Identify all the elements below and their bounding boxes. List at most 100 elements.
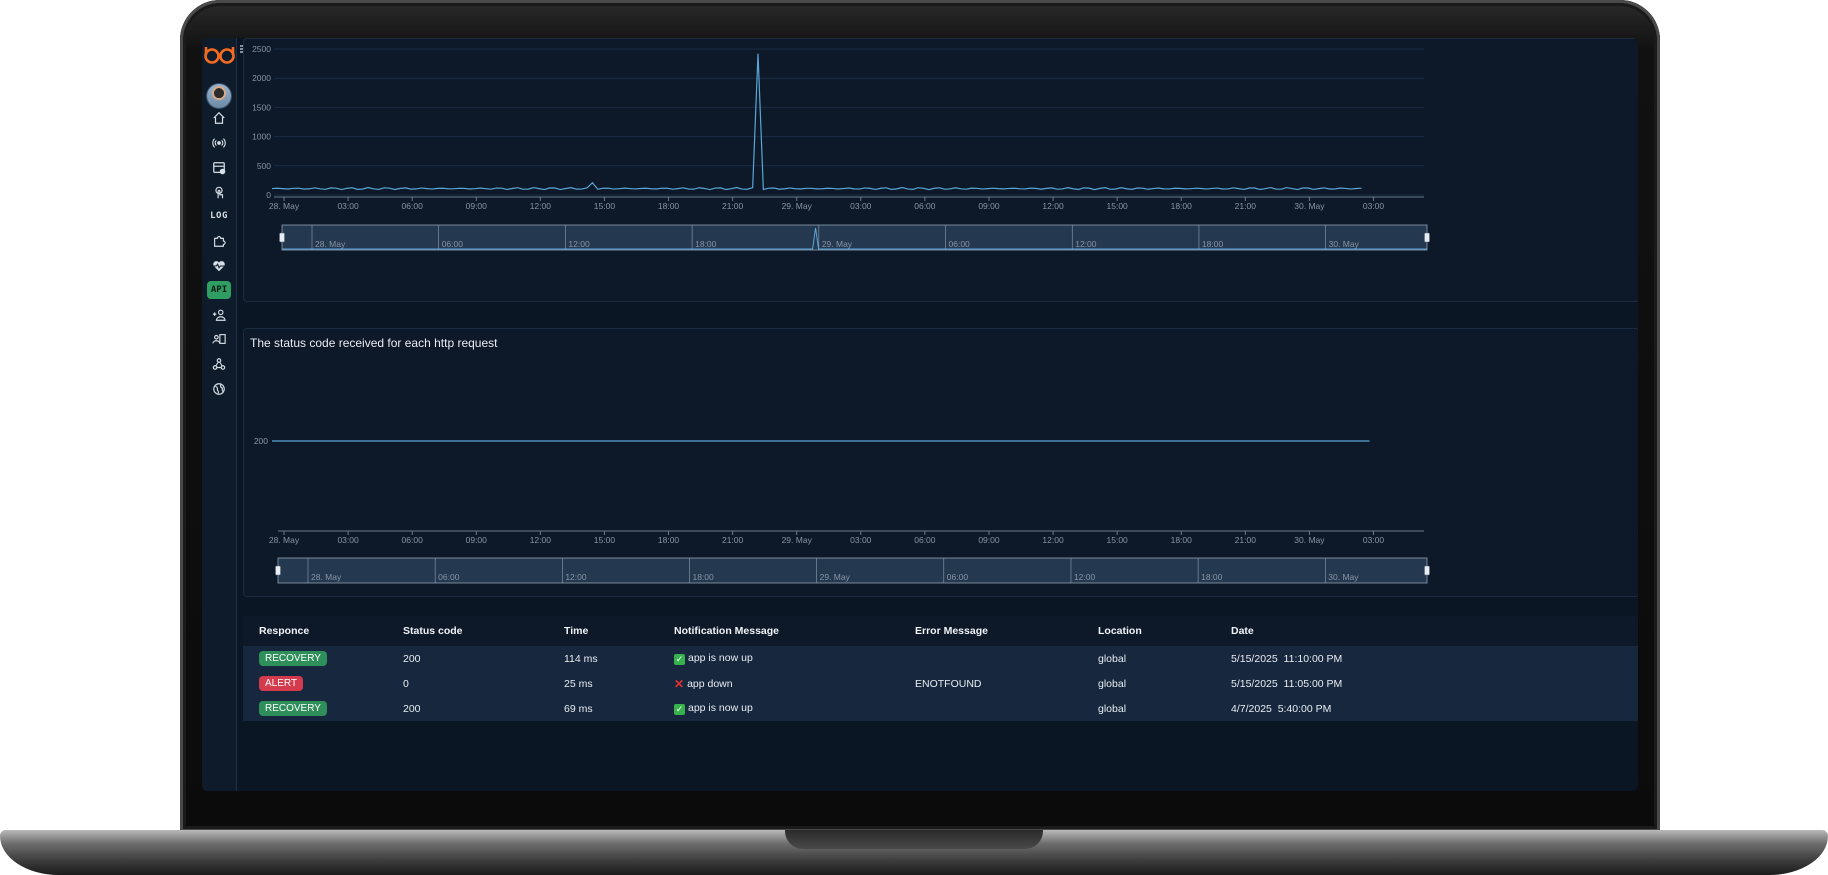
webhook-icon[interactable] bbox=[207, 354, 231, 374]
x-tick-label: 12:00 bbox=[530, 535, 552, 545]
y-tick-label: 2500 bbox=[252, 44, 271, 54]
status-code-panel: The status code received for each http r… bbox=[243, 328, 1638, 597]
app-screen: LOG API 2500 2000 1500 1000 500 0 28. May 03:00… bbox=[202, 38, 1638, 791]
heartbeat-icon[interactable] bbox=[207, 256, 231, 276]
date-cell: 5/15/2025 11:10:00 PM bbox=[1231, 652, 1343, 665]
column-header-date[interactable]: Date bbox=[1215, 616, 1638, 646]
navigator-handle bbox=[279, 232, 285, 243]
x-tick-label: 21:00 bbox=[1235, 535, 1257, 545]
x-tick-label: 18:00 bbox=[658, 535, 680, 545]
x-tick-label: 06:00 bbox=[914, 535, 936, 545]
status-badge: RECOVERY bbox=[259, 701, 327, 716]
x-tick-label: 15:00 bbox=[594, 535, 616, 545]
time-cell: 114 ms bbox=[564, 652, 598, 665]
table-row[interactable]: RECOVERY 200 114 ms app is now up global… bbox=[243, 646, 1638, 671]
date-cell: 4/7/2025 5:40:00 PM bbox=[1231, 702, 1332, 715]
navigator-tick-label: 18:00 bbox=[692, 572, 714, 582]
navigator-tick-label: 12:00 bbox=[565, 572, 587, 582]
date-cell: 5/15/2025 11:05:00 PM bbox=[1231, 677, 1343, 690]
status-code-chart: 28. May 03:00 06:00 09:00 12:00 15:00 18:00 21:… bbox=[254, 436, 1430, 584]
x-tick-label: 03:00 bbox=[850, 535, 872, 545]
y-tick-label: 0 bbox=[266, 190, 271, 200]
navigator-handle bbox=[1424, 232, 1430, 243]
x-tick-label: 15:00 bbox=[1107, 535, 1129, 545]
response-time-panel: 2500 2000 1500 1000 500 0 28. May 03:00 06:00 09:… bbox=[243, 38, 1638, 302]
y-tick-label: 2000 bbox=[252, 73, 271, 83]
contacts-icon[interactable] bbox=[207, 329, 231, 349]
notification-cell: app is now up bbox=[688, 652, 753, 664]
navigator-tick-label: 30. May bbox=[1328, 572, 1359, 582]
x-tick-label: 21:00 bbox=[722, 535, 744, 545]
column-header-error[interactable]: Error Message bbox=[899, 616, 1082, 646]
error-cell bbox=[899, 696, 1082, 721]
x-tick-label: 29. May bbox=[782, 201, 813, 211]
x-tick-label: 03:00 bbox=[1363, 201, 1385, 211]
navigator-tick-label: 06:00 bbox=[949, 239, 971, 249]
navigator-tick-label: 12:00 bbox=[1075, 239, 1097, 249]
y-tick-label: 1000 bbox=[252, 132, 271, 142]
x-tick-label: 06:00 bbox=[402, 201, 424, 211]
status-code-cell: 200 bbox=[403, 652, 421, 665]
error-cell: ENOTFOUND bbox=[915, 677, 982, 690]
status-code-cell: 200 bbox=[403, 702, 421, 715]
x-tick-label: 03:00 bbox=[850, 201, 872, 211]
x-tick-label: 12:00 bbox=[530, 201, 552, 211]
navigator-tick-label: 06:00 bbox=[442, 239, 464, 249]
location-cell: global bbox=[1098, 677, 1127, 690]
table-row[interactable]: ALERT 0 25 ms ✕ app down ENOTFOUND global… bbox=[243, 671, 1638, 696]
navigator-tick-label: 28. May bbox=[311, 572, 342, 582]
x-tick-label: 03:00 bbox=[337, 535, 359, 545]
puzzle-icon[interactable] bbox=[207, 231, 231, 251]
x-tick-label: 18:00 bbox=[658, 201, 680, 211]
x-tick-label: 21:00 bbox=[1235, 201, 1257, 211]
cross-icon: ✕ bbox=[674, 677, 685, 691]
x-tick-label: 15:00 bbox=[594, 201, 616, 211]
status-badge: RECOVERY bbox=[259, 651, 327, 666]
time-cell: 69 ms bbox=[564, 702, 593, 715]
api-icon[interactable]: API bbox=[207, 281, 231, 299]
avatar[interactable] bbox=[207, 84, 231, 108]
navigator-tick-label: 12:00 bbox=[1074, 572, 1096, 582]
x-tick-label: 18:00 bbox=[1171, 201, 1193, 211]
column-header-status[interactable]: Status code bbox=[387, 616, 548, 646]
x-tick-label: 15:00 bbox=[1107, 201, 1129, 211]
x-tick-label: 12:00 bbox=[1042, 535, 1064, 545]
broadcast-icon[interactable] bbox=[207, 133, 231, 153]
home-icon[interactable] bbox=[207, 108, 231, 128]
response-time-chart: 2500200015001000500028. May 03:00 06:00 09:… bbox=[252, 44, 1430, 251]
x-tick-label: 03:00 bbox=[337, 201, 359, 211]
column-header-notification[interactable]: Notification Message bbox=[658, 616, 899, 646]
log-icon[interactable]: LOG bbox=[207, 206, 231, 226]
navigator-tick-label: 18:00 bbox=[695, 239, 717, 249]
x-tick-label: 09:00 bbox=[466, 535, 488, 545]
table-row[interactable]: RECOVERY 200 69 ms app is now up global … bbox=[243, 696, 1638, 721]
time-cell: 25 ms bbox=[564, 677, 593, 690]
navigator-tick-label: 18:00 bbox=[1202, 239, 1224, 249]
error-cell bbox=[899, 646, 1082, 671]
navigator-tick-label: 06:00 bbox=[438, 572, 460, 582]
navigator-tick-label: 12:00 bbox=[568, 239, 590, 249]
x-tick-label: 06:00 bbox=[914, 201, 936, 211]
sidebar: LOG API bbox=[202, 38, 237, 791]
y-tick-label: 500 bbox=[257, 161, 271, 171]
navigator-tick-label: 30. May bbox=[1329, 239, 1360, 249]
notification-cell: app is now up bbox=[688, 702, 753, 714]
navigator-tick-label: 28. May bbox=[315, 239, 346, 249]
table-header-row: Responce Status code Time Notification M… bbox=[243, 616, 1638, 646]
column-header-location[interactable]: Location bbox=[1082, 616, 1215, 646]
add-user-icon[interactable] bbox=[207, 305, 231, 325]
logo-icon bbox=[204, 47, 235, 64]
y-tick-label: 1500 bbox=[252, 102, 271, 112]
touch-icon[interactable] bbox=[207, 183, 231, 203]
y-tick-label: 200 bbox=[254, 436, 268, 446]
navigator-handle bbox=[275, 565, 281, 576]
column-header-response[interactable]: Responce bbox=[243, 616, 387, 646]
column-header-time[interactable]: Time bbox=[548, 616, 658, 646]
check-icon bbox=[674, 704, 685, 715]
status-code-cell: 0 bbox=[403, 677, 409, 690]
status-badge: ALERT bbox=[259, 676, 304, 691]
x-tick-label: 09:00 bbox=[978, 535, 1000, 545]
globe-icon[interactable] bbox=[207, 379, 231, 399]
dashboard-icon[interactable] bbox=[207, 158, 231, 178]
check-icon bbox=[674, 654, 685, 665]
